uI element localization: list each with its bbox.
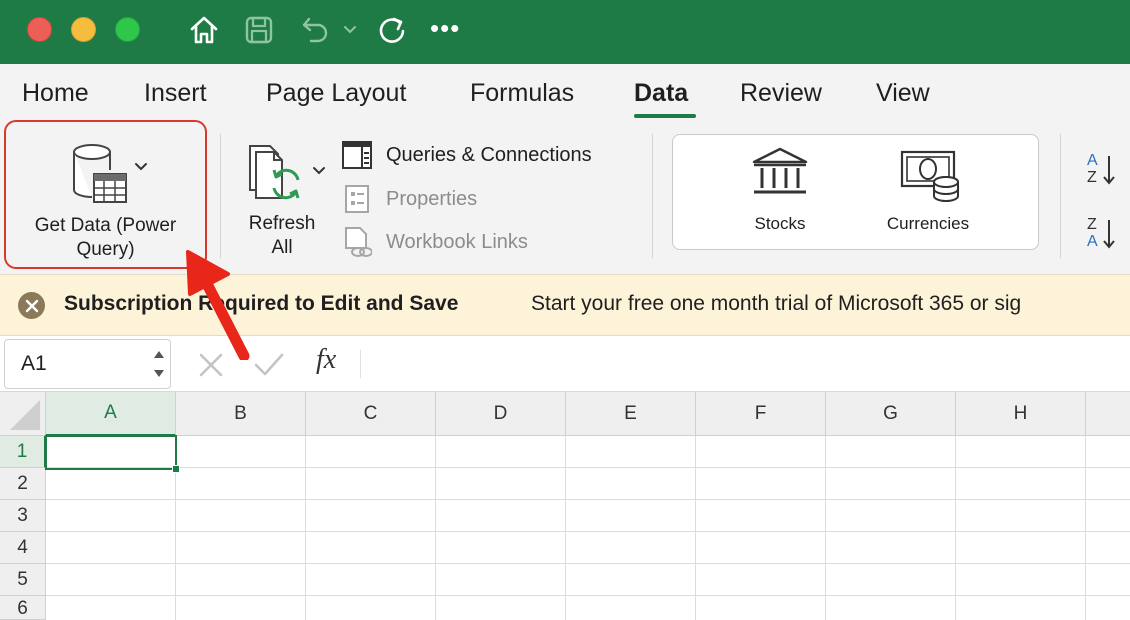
name-box[interactable]: A1 [4,339,171,389]
workbook-links-icon [345,227,372,257]
tab-page-layout[interactable]: Page Layout [266,78,406,108]
redo-icon[interactable] [374,12,410,48]
sort-za-bottom: A [1087,233,1098,250]
name-box-stepper-icon[interactable] [152,346,166,382]
gridline [1085,436,1086,620]
close-window-button[interactable] [27,17,52,42]
formula-bar: A1 fx [0,336,1130,392]
insert-function-button[interactable]: fx [316,344,336,376]
get-data-label-line1: Get Data (Power [34,215,177,236]
save-icon[interactable] [242,12,276,48]
title-bar: ••• [0,0,1130,64]
home-icon[interactable] [186,12,222,48]
sort-z-to-a-button[interactable]: Z A [1085,214,1121,259]
tab-data[interactable]: Data [634,78,688,108]
more-icon[interactable]: ••• [430,10,460,46]
gridline [46,499,1130,500]
refresh-all-icon [249,145,325,200]
currencies-label[interactable]: Currencies [868,214,988,234]
gridline [46,595,1130,596]
properties-button[interactable]: Properties [342,184,477,214]
tab-formulas[interactable]: Formulas [470,78,574,108]
column-header[interactable]: E [566,392,696,436]
dismiss-icon[interactable] [18,292,45,319]
column-header[interactable]: A [46,392,176,436]
message-title: Subscription Required to Edit and Save [64,292,459,315]
tab-review[interactable]: Review [740,78,822,108]
message-text: Start your free one month trial of Micro… [531,292,1022,315]
column-header[interactable]: D [436,392,566,436]
sort-ascending-icon: A Z [1087,152,1115,186]
ribbon-separator [1060,134,1061,258]
gridline [305,436,306,620]
ribbon-separator [220,134,221,258]
row-header[interactable]: 1 [0,436,46,468]
column-header[interactable]: F [696,392,826,436]
ribbon-tabs: Home Insert Page Layout Formulas Data Re… [0,64,1130,124]
gridline [46,563,1130,564]
gridline [46,531,1130,532]
tab-view[interactable]: View [876,78,930,108]
select-all-corner[interactable] [0,392,46,436]
tab-home[interactable]: Home [22,78,89,108]
name-box-value: A1 [21,352,47,375]
undo-icon[interactable] [298,12,332,48]
sort-az-top: A [1087,152,1098,169]
column-header[interactable]: C [306,392,436,436]
sort-az-bottom: Z [1087,169,1097,186]
formula-divider [360,350,361,378]
zoom-window-button[interactable] [115,17,140,42]
queries-connections-label: Queries & Connections [386,143,592,166]
gridline [435,436,436,620]
column-header[interactable]: B [176,392,306,436]
properties-label: Properties [386,187,478,210]
gridline [825,436,826,620]
queries-connections-button[interactable]: Queries & Connections [342,140,592,170]
gridline [565,436,566,620]
sort-descending-icon: Z A [1087,216,1115,250]
tab-insert[interactable]: Insert [144,78,207,108]
workbook-links-button[interactable]: Workbook Links [342,227,528,257]
currencies-icon[interactable] [898,148,962,202]
selected-cell-a1[interactable] [45,435,180,473]
row-header[interactable]: 3 [0,500,46,532]
queries-panel-icon [342,141,372,169]
sort-a-to-z-button[interactable]: A Z [1085,150,1121,195]
row-header[interactable]: 6 [0,596,46,620]
worksheet-grid[interactable]: A B C D E F G H 1 2 3 4 5 6 [0,392,1130,620]
ribbon-separator [652,134,653,258]
workbook-links-label: Workbook Links [386,230,528,253]
get-data-button[interactable]: Get Data (Power Query) [4,120,207,269]
column-header[interactable]: H [956,392,1086,436]
gridline [955,436,956,620]
annotation-arrow-icon [186,250,250,360]
database-table-icon [73,144,147,203]
refresh-label-line1: Refresh [248,213,316,234]
row-header[interactable]: 2 [0,468,46,500]
get-data-label: Get Data (Power Query) [6,214,205,262]
ribbon: Home Insert Page Layout Formulas Data Re… [0,64,1130,274]
subscription-message-bar: Subscription Required to Edit and Save S… [0,274,1130,336]
gridline [46,467,1130,468]
sort-za-top: Z [1087,216,1097,233]
fill-handle[interactable] [172,465,180,473]
column-header[interactable] [1086,392,1130,436]
minimize-window-button[interactable] [71,17,96,42]
row-header[interactable]: 5 [0,564,46,596]
undo-dropdown-icon[interactable] [340,12,360,48]
row-header[interactable]: 4 [0,532,46,564]
column-header[interactable]: G [826,392,956,436]
properties-icon [345,185,369,213]
gridline [695,436,696,620]
active-tab-indicator [634,114,696,118]
bank-icon[interactable] [750,146,810,198]
stocks-label[interactable]: Stocks [720,214,840,234]
get-data-label-line2: Query) [76,239,135,260]
